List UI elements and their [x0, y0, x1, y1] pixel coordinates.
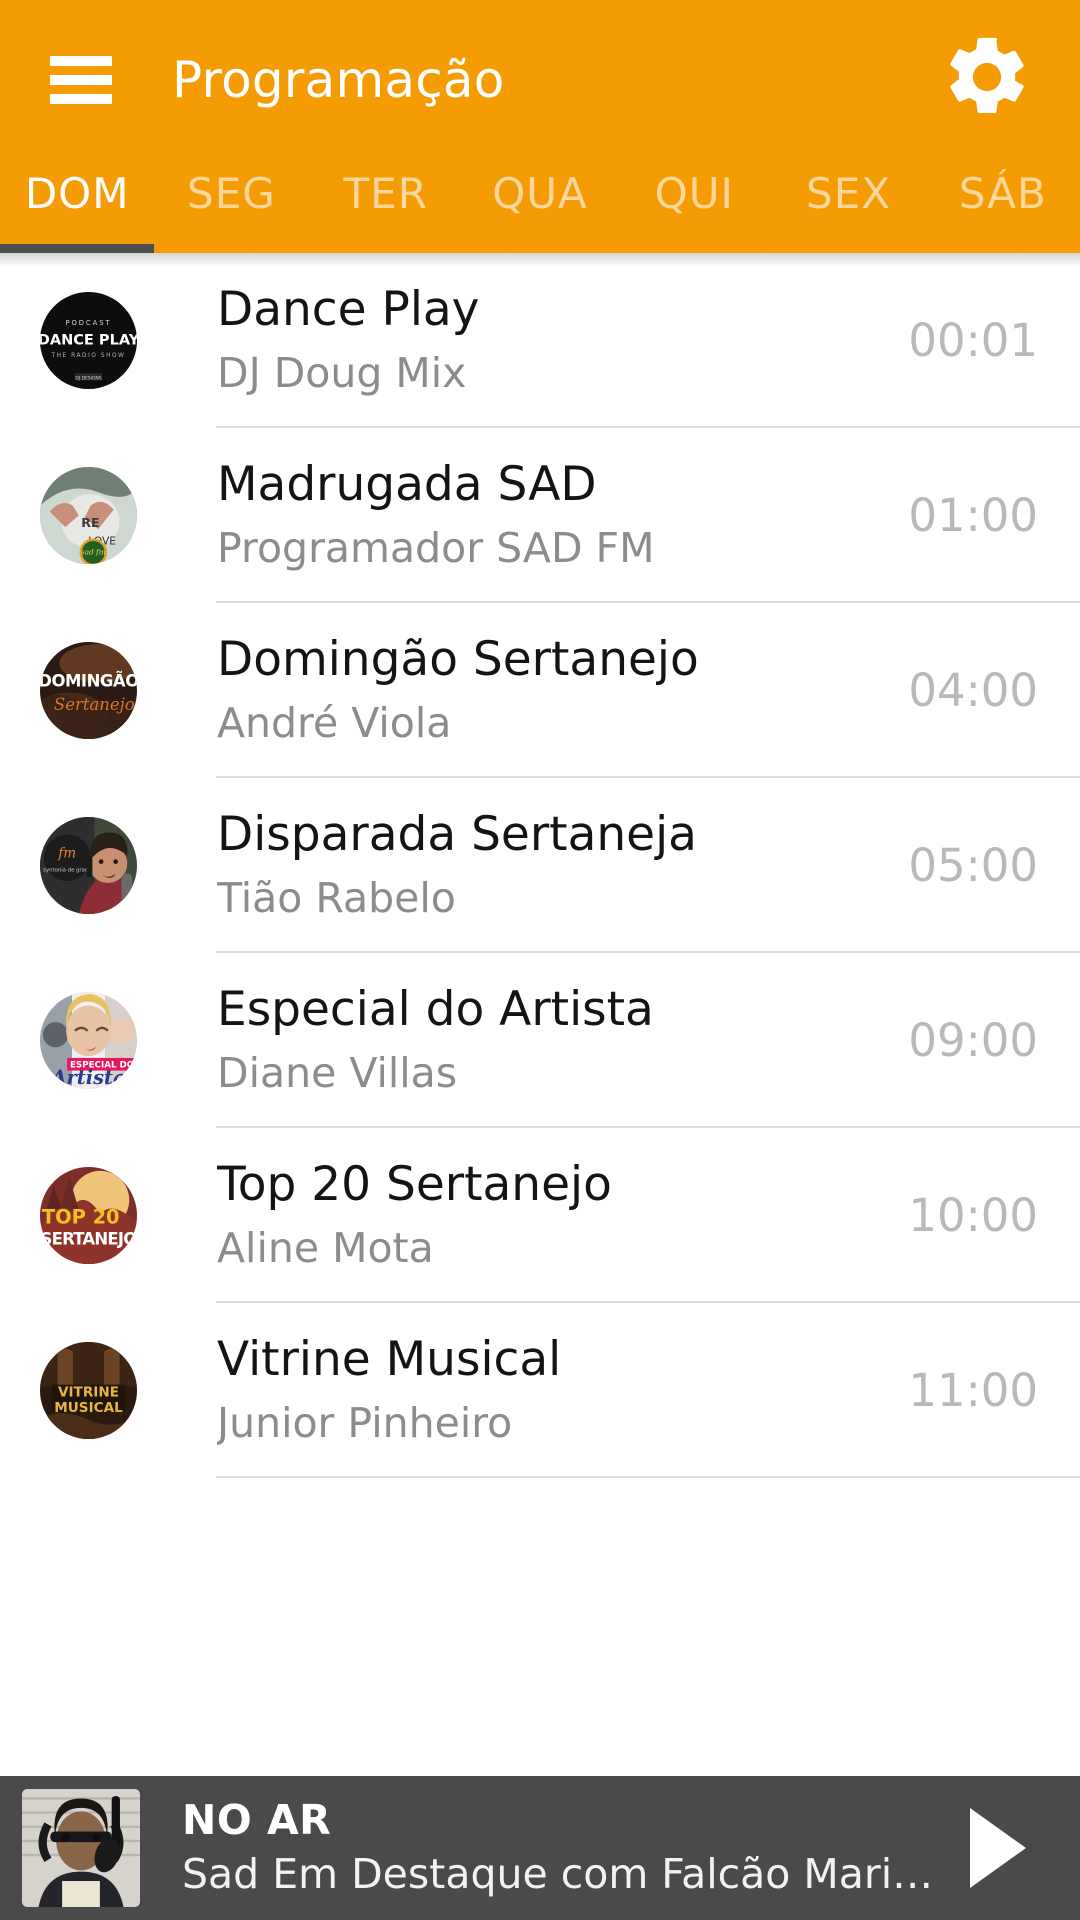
- tab-label: SEX: [806, 169, 892, 218]
- row-divider: [216, 1476, 1080, 1478]
- tab-qua[interactable]: QUA: [463, 160, 617, 253]
- program-host: Aline Mota: [217, 1226, 434, 1271]
- program-text: Top 20 Sertanejo Aline Mota: [217, 1160, 908, 1270]
- program-host: André Viola: [217, 701, 452, 746]
- tab-ter[interactable]: TER: [309, 160, 463, 253]
- table-row[interactable]: VITRINE MUSICAL Vitrine Musical Junior P…: [0, 1303, 1080, 1478]
- gear-icon[interactable]: [940, 30, 1034, 124]
- tab-sex[interactable]: SEX: [771, 160, 925, 253]
- program-title: Madrugada SAD: [217, 460, 597, 511]
- page-title: Programação: [172, 51, 505, 109]
- svg-text:PODCAST: PODCAST: [65, 319, 111, 327]
- live-badge: NO AR: [182, 1795, 332, 1844]
- tab-sab[interactable]: SÁB: [926, 160, 1080, 253]
- hamburger-menu-icon[interactable]: [50, 56, 112, 104]
- program-artwork: PODCAST DANCE PLAY THE RADIO SHOW DJ DES…: [40, 292, 137, 389]
- program-time: 00:01: [908, 314, 1038, 367]
- program-time: 11:00: [908, 1364, 1038, 1417]
- play-icon[interactable]: [938, 1788, 1058, 1908]
- tab-label: DOM: [24, 169, 130, 218]
- table-row[interactable]: PODCAST DANCE PLAY THE RADIO SHOW DJ DES…: [0, 253, 1080, 428]
- program-host: DJ Doug Mix: [217, 351, 467, 396]
- program-time: 05:00: [908, 839, 1038, 892]
- program-title: Especial do Artista: [217, 985, 654, 1036]
- tab-label: TER: [343, 169, 428, 218]
- program-text: Especial do Artista Diane Villas: [217, 985, 908, 1095]
- program-host: Tião Rabelo: [217, 876, 456, 921]
- program-artwork: fm syntonia de graca: [40, 817, 137, 914]
- program-text: Madrugada SAD Programador SAD FM: [217, 460, 908, 570]
- program-title: Dance Play: [217, 285, 480, 336]
- svg-text:RE: RE: [81, 515, 99, 530]
- svg-text:VITRINE: VITRINE: [58, 1384, 119, 1400]
- program-title: Domingão Sertanejo: [217, 635, 699, 686]
- program-title: Disparada Sertaneja: [217, 810, 697, 861]
- program-artwork: RE LOVE sad fm: [40, 467, 137, 564]
- program-artwork: TOP 20 SERTANEJO: [40, 1167, 137, 1264]
- program-time: 04:00: [908, 664, 1038, 717]
- svg-text:DOMINGÃO: DOMINGÃO: [40, 672, 137, 691]
- app-root: Programação DOM SEG TER QUA QUI SEX SÁB …: [0, 0, 1080, 1920]
- svg-text:TOP 20: TOP 20: [42, 1205, 120, 1228]
- program-host: Junior Pinheiro: [217, 1401, 513, 1446]
- table-row[interactable]: ESPECIAL DO Artista Especial do Artista …: [0, 953, 1080, 1128]
- tab-qui[interactable]: QUI: [617, 160, 771, 253]
- program-host: Diane Villas: [217, 1051, 458, 1096]
- program-title: Vitrine Musical: [217, 1335, 562, 1386]
- svg-text:DANCE PLAY: DANCE PLAY: [40, 331, 137, 348]
- program-host: Programador SAD FM: [217, 526, 655, 571]
- table-row[interactable]: TOP 20 SERTANEJO Top 20 Sertanejo Aline …: [0, 1128, 1080, 1303]
- program-time: 10:00: [908, 1189, 1038, 1242]
- svg-text:DJ DESIGNS: DJ DESIGNS: [75, 375, 101, 381]
- program-artwork: VITRINE MUSICAL: [40, 1342, 137, 1439]
- weekday-tabs: DOM SEG TER QUA QUI SEX SÁB: [0, 160, 1080, 253]
- program-text: Disparada Sertaneja Tião Rabelo: [217, 810, 908, 920]
- svg-text:fm: fm: [57, 846, 76, 862]
- tab-seg[interactable]: SEG: [154, 160, 308, 253]
- program-time: 01:00: [908, 489, 1038, 542]
- tab-label: SÁB: [958, 169, 1047, 218]
- program-text: Domingão Sertanejo André Viola: [217, 635, 908, 745]
- now-playing-artwork: [22, 1789, 140, 1907]
- svg-text:sad fm: sad fm: [81, 547, 106, 556]
- table-row[interactable]: RE LOVE sad fm Madrugada SAD Programador…: [0, 428, 1080, 603]
- svg-text:Artista: Artista: [49, 1066, 125, 1089]
- program-text: Vitrine Musical Junior Pinheiro: [217, 1335, 908, 1445]
- svg-text:THE RADIO SHOW: THE RADIO SHOW: [51, 353, 126, 359]
- program-title: Top 20 Sertanejo: [217, 1160, 612, 1211]
- schedule-list[interactable]: PODCAST DANCE PLAY THE RADIO SHOW DJ DES…: [0, 253, 1080, 1920]
- header-topbar: Programação: [0, 0, 1080, 160]
- app-header: Programação DOM SEG TER QUA QUI SEX SÁB: [0, 0, 1080, 253]
- svg-text:SERTANEJO: SERTANEJO: [40, 1230, 137, 1249]
- tab-label: SEG: [187, 169, 276, 218]
- program-artwork: DOMINGÃO Sertanejo: [40, 642, 137, 739]
- svg-text:syntonia de graca: syntonia de graca: [43, 867, 91, 873]
- table-row[interactable]: fm syntonia de graca Disparada Sertaneja…: [0, 778, 1080, 953]
- svg-text:Sertanejo: Sertanejo: [54, 695, 135, 714]
- tab-dom[interactable]: DOM: [0, 160, 155, 253]
- program-artwork: ESPECIAL DO Artista: [40, 992, 137, 1089]
- tab-label: QUA: [492, 169, 588, 218]
- table-row[interactable]: DOMINGÃO Sertanejo Domingão Sertanejo An…: [0, 603, 1080, 778]
- now-playing-text: NO AR Sad Em Destaque com Falcão Mari…: [182, 1795, 938, 1898]
- now-playing-bar[interactable]: NO AR Sad Em Destaque com Falcão Mari…: [0, 1776, 1080, 1920]
- now-playing-title: Sad Em Destaque com Falcão Mari…: [182, 1851, 934, 1898]
- play-triangle: [970, 1808, 1026, 1888]
- tab-label: QUI: [654, 169, 734, 218]
- program-text: Dance Play DJ Doug Mix: [217, 285, 908, 395]
- program-time: 09:00: [908, 1014, 1038, 1067]
